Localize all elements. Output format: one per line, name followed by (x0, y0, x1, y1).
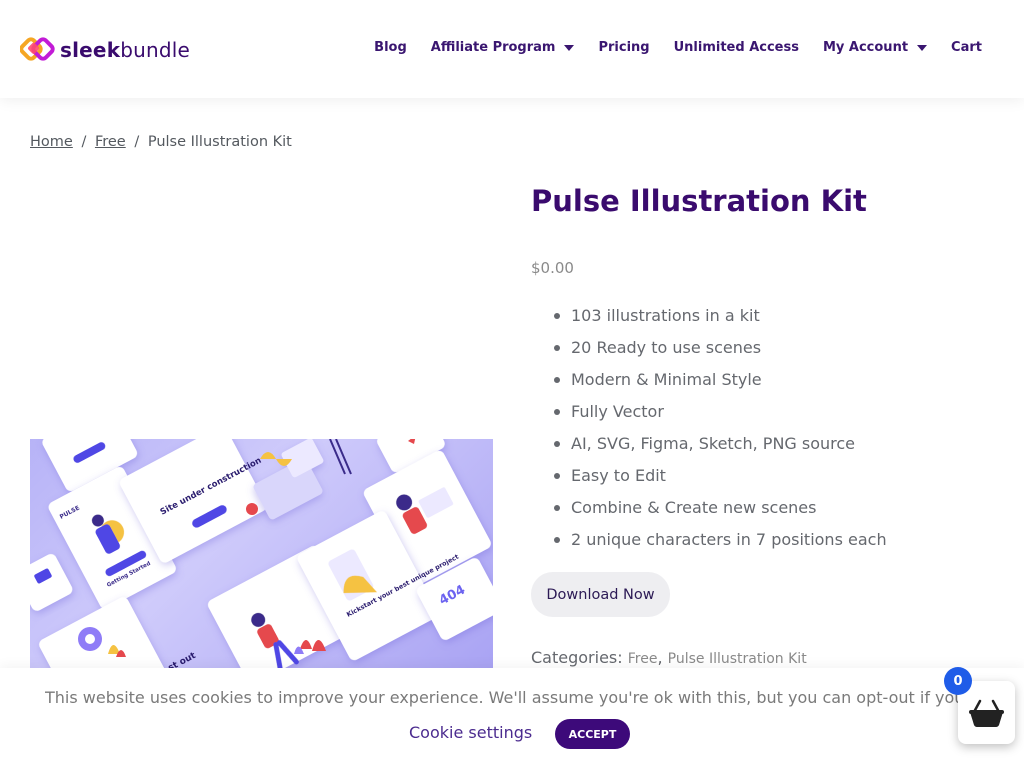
nav-item-pricing[interactable]: Pricing (598, 40, 649, 55)
nav-item-blog[interactable]: Blog (374, 40, 407, 55)
nav-item-affiliate-program[interactable]: Affiliate Program (431, 40, 575, 55)
logo-text-light: bundle (120, 38, 191, 62)
chevron-down-icon (564, 44, 575, 51)
feature-item: Easy to Edit (554, 467, 887, 499)
cookie-settings-link[interactable]: Cookie settings (409, 723, 532, 742)
product-categories: Categories: Free, Pulse Illustration Kit (531, 648, 807, 667)
download-now-button[interactable]: Download Now (531, 572, 670, 617)
nav-item-unlimited-access[interactable]: Unlimited Access (674, 40, 799, 55)
feature-item: 2 unique characters in 7 positions each (554, 531, 887, 563)
cookie-consent-bar: This website uses cookies to improve you… (0, 668, 1024, 768)
breadcrumb-category-link[interactable]: Free (95, 134, 126, 150)
category-link-pulse-illustration-kit[interactable]: Pulse Illustration Kit (668, 651, 807, 667)
categories-separator: , (657, 648, 663, 667)
breadcrumb: Home / Free / Pulse Illustration Kit (30, 134, 292, 150)
site-header: sleekbundle Blog Affiliate Program Prici… (0, 0, 1024, 98)
logo-text-bold: sleek (60, 38, 121, 62)
feature-item: Combine & Create new scenes (554, 499, 887, 531)
cookie-notice-text: This website uses cookies to improve you… (45, 688, 975, 707)
nav-label-my-account: My Account (822, 40, 909, 55)
cart-count-badge: 0 (944, 667, 972, 695)
feature-item: Modern & Minimal Style (554, 371, 887, 403)
feature-item: 103 illustrations in a kit (554, 307, 887, 339)
logo-text: sleekbundle (60, 38, 190, 62)
category-link-free[interactable]: Free (628, 651, 658, 667)
feature-item: AI, SVG, Figma, Sketch, PNG source (554, 435, 887, 467)
product-title: Pulse Illustration Kit (531, 184, 867, 218)
product-price: $0.00 (531, 259, 574, 277)
breadcrumb-current: Pulse Illustration Kit (147, 134, 292, 150)
chevron-down-icon (917, 44, 928, 51)
main-nav: Blog Affiliate Program Pricing Unlimited… (350, 40, 982, 55)
nav-label-blog: Blog (374, 40, 407, 55)
product-preview-illustration: PULSE Getting Started Site under constru… (30, 439, 493, 679)
site-logo[interactable]: sleekbundle (19, 34, 190, 66)
product-image[interactable]: PULSE Getting Started Site under constru… (30, 439, 493, 679)
breadcrumb-separator: / (134, 134, 140, 150)
nav-label-unlimited-access: Unlimited Access (673, 40, 799, 55)
nav-label-affiliate-program: Affiliate Program (430, 40, 556, 55)
categories-label: Categories: (531, 648, 623, 667)
feature-list: 103 illustrations in a kit 20 Ready to u… (554, 307, 887, 563)
nav-label-cart: Cart (951, 40, 982, 55)
feature-item: 20 Ready to use scenes (554, 339, 887, 371)
logo-icon (19, 34, 56, 66)
feature-item: Fully Vector (554, 403, 887, 435)
breadcrumb-separator: / (81, 134, 87, 150)
nav-item-my-account[interactable]: My Account (822, 40, 928, 55)
breadcrumb-home-link[interactable]: Home (30, 134, 73, 150)
nav-item-cart[interactable]: Cart (951, 40, 982, 55)
nav-label-pricing: Pricing (598, 40, 650, 55)
accept-cookies-button[interactable]: ACCEPT (555, 719, 630, 749)
